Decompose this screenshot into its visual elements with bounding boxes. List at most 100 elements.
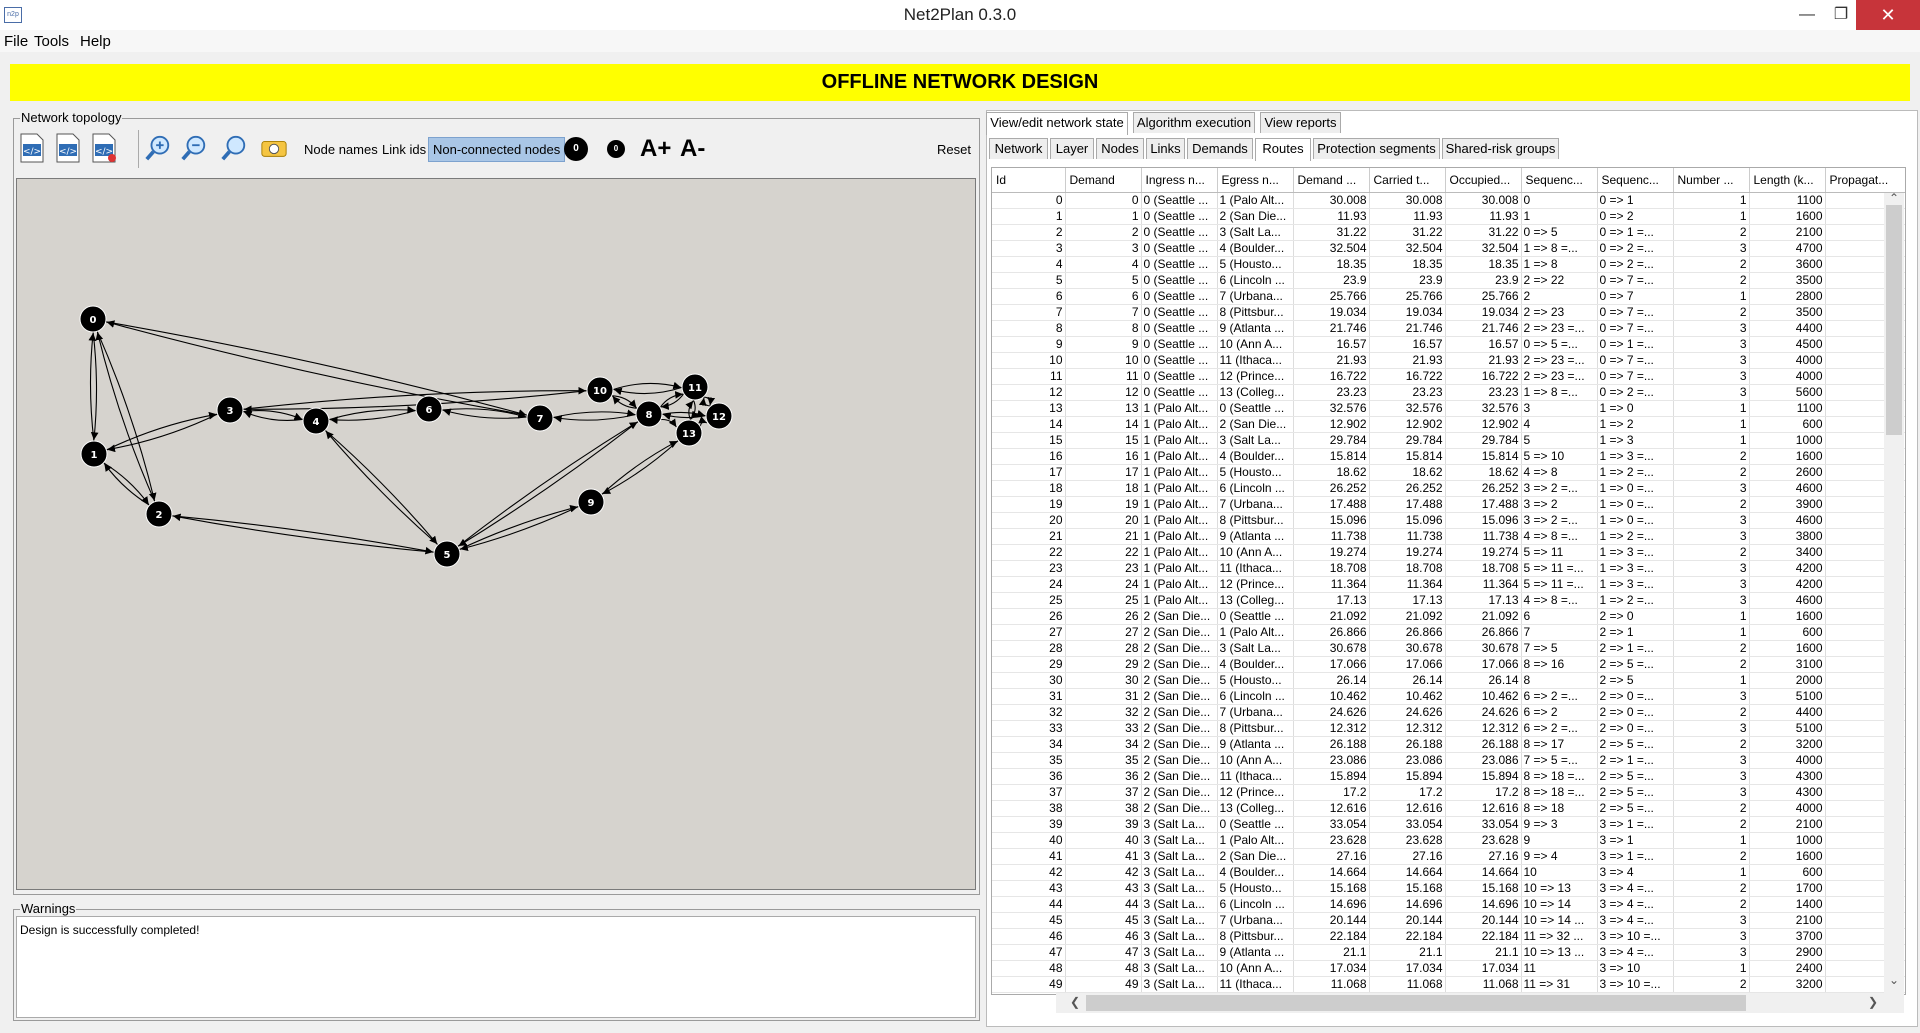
column-header[interactable]: Sequenc... (1521, 168, 1598, 193)
node-3[interactable]: 3 (216, 396, 244, 424)
table-row[interactable]: 14 14 1 (Palo Alt... 2 (San Die... 12.902 12.… (992, 416, 1905, 433)
table-row[interactable]: 49 49 3 (Salt La... 11 (Ithaca... 11.068 11.0… (992, 976, 1905, 993)
link-edge[interactable] (171, 515, 434, 555)
zoom-all-icon[interactable] (220, 133, 248, 163)
horizontal-scroll-thumb[interactable] (1086, 995, 1746, 1011)
vertical-scrollbar[interactable]: ⌃ ⌄ (1884, 191, 1904, 993)
routes-table[interactable]: Id Demand Ingress n... Egress n... Demand ..… (991, 167, 1906, 995)
table-row[interactable]: 16 16 1 (Palo Alt... 4 (Boulder... 15.814 15.… (992, 448, 1905, 465)
link-edge[interactable] (602, 440, 679, 495)
table-row[interactable]: 32 32 2 (San Die... 7 (Urbana... 24.626 24.62… (992, 704, 1905, 721)
table-row[interactable]: 440 (Seattle ... 5 (Housto... 18.35 18.35 18… (992, 256, 1905, 273)
link-edge[interactable] (96, 331, 157, 501)
topology-graph[interactable]: 01234567 8910 111213 (17, 179, 975, 889)
zoom-out-icon[interactable] (180, 133, 208, 163)
link-edge[interactable] (172, 513, 435, 553)
decrease-node-size-button[interactable]: 0 (607, 140, 625, 158)
node-names-toggle[interactable]: Node names (304, 142, 378, 157)
node-13[interactable]: 13 (675, 419, 703, 447)
load-design-icon[interactable]: </> (18, 133, 46, 163)
table-row[interactable]: 28 28 2 (San Die... 3 (Salt La... 30.678 30.6… (992, 640, 1905, 657)
node-7[interactable]: 7 (526, 404, 554, 432)
link-edge[interactable] (328, 406, 416, 421)
table-row[interactable]: 110 (Seattle ... 2 (San Die... 11.93 11.93 1… (992, 208, 1905, 225)
tab-view-reports[interactable]: View reports (1260, 112, 1341, 133)
table-row[interactable]: 770 (Seattle ... 8 (Pittsbur... 19.034 19.0… (992, 304, 1905, 321)
node-6[interactable]: 6 (415, 395, 443, 423)
table-row[interactable]: 21 21 1 (Palo Alt... 9 (Atlanta ... 11.738 11… (992, 528, 1905, 545)
link-edge[interactable] (698, 416, 708, 427)
close-button[interactable]: ✕ (1856, 0, 1920, 30)
link-edge[interactable] (105, 321, 527, 417)
table-row[interactable]: 550 (Seattle ... 6 (Lincoln ... 23.9 23.9 23… (992, 272, 1905, 289)
table-row[interactable]: 25 25 1 (Palo Alt... 13 (Colleg... 17.13 17.1… (992, 592, 1905, 609)
scroll-right-icon[interactable]: ❯ (1868, 995, 1878, 1009)
table-row[interactable]: 330 (Seattle ... 4 (Boulder... 32.504 32.50… (992, 240, 1905, 257)
table-row[interactable]: 990 (Seattle ... 10 (Ann A... 16.57 16.57 16… (992, 336, 1905, 353)
table-row[interactable]: 12 12 0 (Seattle ... 13 (Colleg... 23.23 23.2… (992, 384, 1905, 401)
column-header[interactable]: Egress n... (1217, 168, 1294, 193)
horizontal-scrollbar[interactable]: ❮ ❯ (1056, 993, 1904, 1013)
link-edge[interactable] (458, 504, 578, 551)
column-header[interactable]: Number ... (1673, 168, 1750, 193)
column-header[interactable]: Length (k... (1749, 168, 1826, 193)
scroll-left-icon[interactable]: ❮ (1070, 995, 1080, 1009)
tab-links[interactable]: Links (1146, 138, 1185, 159)
table-row[interactable]: 29 29 2 (San Die... 4 (Boulder... 17.066 17.0… (992, 656, 1905, 673)
column-header[interactable]: Demand (1065, 168, 1142, 193)
link-edge[interactable] (613, 386, 683, 396)
table-row[interactable]: 33 33 2 (San Die... 8 (Pittsbur... 12.312 12.… (992, 720, 1905, 737)
table-row[interactable]: 35 35 2 (San Die... 10 (Ann A... 23.086 23.08… (992, 752, 1905, 769)
link-edge[interactable] (612, 395, 638, 409)
table-row[interactable]: 10 10 0 (Seattle ... 11 (Ithaca... 21.93 21.9… (992, 352, 1905, 369)
tab-shared-risk-groups[interactable]: Shared-risk groups (1442, 138, 1559, 159)
node-11[interactable]: 11 (681, 373, 709, 401)
table-row[interactable]: 13 13 1 (Palo Alt... 0 (Seattle ... 32.576 32… (992, 400, 1905, 417)
table-row[interactable]: 45 45 3 (Salt La... 7 (Urbana... 20.144 20.14… (992, 912, 1905, 929)
table-row[interactable]: 19 19 1 (Palo Alt... 7 (Urbana... 17.488 17.4… (992, 496, 1905, 513)
table-row[interactable]: 15 15 1 (Palo Alt... 3 (Salt La... 29.784 29.… (992, 432, 1905, 449)
tab-view-edit-network-state[interactable]: View/edit network state (986, 112, 1128, 135)
link-edge[interactable] (107, 413, 218, 453)
table-row[interactable]: 18 18 1 (Palo Alt... 6 (Lincoln ... 26.252 26… (992, 480, 1905, 497)
table-row[interactable]: 24 24 1 (Palo Alt... 12 (Prince... 11.364 11.… (992, 576, 1905, 593)
zoom-in-icon[interactable] (144, 133, 172, 163)
tab-protection-segments[interactable]: Protection segments (1313, 138, 1440, 159)
non-connected-nodes-toggle[interactable]: Non-connected nodes (428, 137, 566, 162)
vertical-scroll-thumb[interactable] (1886, 205, 1902, 435)
tab-routes[interactable]: Routes (1255, 138, 1311, 161)
link-edge[interactable] (458, 420, 639, 547)
table-row[interactable]: 41 41 3 (Salt La... 2 (San Die... 27.16 27.16… (992, 848, 1905, 865)
table-row[interactable]: 47 47 3 (Salt La... 9 (Atlanta ... 21.1 21.1 2… (992, 944, 1905, 961)
node-0[interactable]: 0 (79, 305, 107, 333)
link-edge[interactable] (611, 395, 637, 409)
link-edge[interactable] (660, 418, 677, 428)
table-row[interactable]: 17 17 1 (Palo Alt... 5 (Housto... 18.62 18.62… (992, 464, 1905, 481)
column-header[interactable]: Occupied... (1445, 168, 1522, 193)
table-row[interactable]: 22 22 1 (Palo Alt... 10 (Ann A... 19.274 19.2… (992, 544, 1905, 561)
table-row[interactable]: 220 (Seattle ... 3 (Salt La... 31.22 31.22 3… (992, 224, 1905, 241)
link-edge[interactable] (88, 332, 97, 442)
node-10[interactable]: 10 (586, 376, 614, 404)
link-ids-toggle[interactable]: Link ids (382, 142, 426, 157)
column-header[interactable]: Carried t... (1369, 168, 1446, 193)
link-edge[interactable] (325, 430, 439, 546)
column-header[interactable]: Propagat... (1825, 168, 1905, 193)
link-edge[interactable] (95, 332, 156, 502)
table-row[interactable]: 30 30 2 (San Die... 5 (Housto... 26.14 26.14 2… (992, 672, 1905, 689)
column-header[interactable]: Id (992, 168, 1066, 193)
link-edge[interactable] (324, 429, 438, 545)
table-row[interactable]: 660 (Seattle ... 7 (Urbana... 25.766 25.766… (992, 288, 1905, 305)
increase-font-button[interactable]: A+ (640, 135, 671, 163)
node-1[interactable]: 1 (80, 440, 108, 468)
table-row[interactable]: 43 43 3 (Salt La... 5 (Housto... 15.168 15.16… (992, 880, 1905, 897)
tab-nodes[interactable]: Nodes (1096, 138, 1144, 159)
scroll-up-icon[interactable]: ⌃ (1889, 191, 1899, 205)
table-row[interactable]: 42 42 3 (Salt La... 4 (Boulder... 14.664 14.6… (992, 864, 1905, 881)
link-edge[interactable] (612, 381, 682, 391)
node-12[interactable]: 12 (705, 402, 733, 430)
scroll-down-icon[interactable]: ⌄ (1889, 973, 1899, 987)
node-9[interactable]: 9 (577, 488, 605, 516)
table-row[interactable]: 48 48 3 (Salt La... 10 (Ann A... 17.034 17.03… (992, 960, 1905, 977)
tab-algorithm-execution[interactable]: Algorithm execution (1133, 112, 1255, 133)
